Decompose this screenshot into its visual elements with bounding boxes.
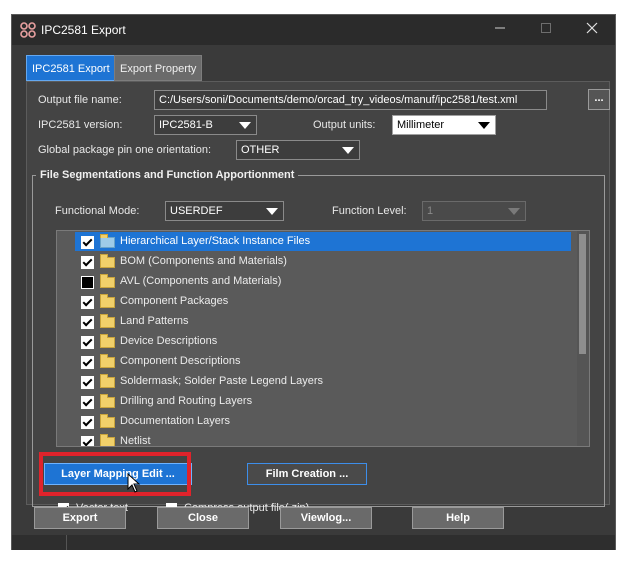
list-item[interactable]: Drilling and Routing Layers (75, 392, 571, 411)
viewlog-button[interactable]: Viewlog... (280, 507, 372, 529)
list-item[interactable]: Soldermask; Solder Paste Legend Layers (75, 372, 571, 391)
output-file-label: Output file name: (38, 94, 122, 106)
folder-icon (100, 394, 115, 408)
segment-list: Hierarchical Layer/Stack Instance Files B… (56, 230, 590, 447)
help-button[interactable]: Help (412, 507, 504, 529)
folder-icon (100, 274, 115, 288)
list-item[interactable]: Land Patterns (75, 312, 571, 331)
window-title: IPC2581 Export (41, 23, 126, 37)
pin-orientation-select[interactable]: OTHER (236, 140, 360, 160)
list-item-checkbox[interactable] (81, 436, 94, 446)
segmentation-group-title: File Segmentations and Function Apportio… (36, 169, 299, 181)
function-level-label: Function Level: (332, 205, 407, 217)
list-item[interactable]: Hierarchical Layer/Stack Instance Files (75, 232, 571, 251)
app-icon (20, 22, 36, 38)
list-item-label: Component Descriptions (120, 355, 241, 367)
chevron-down-icon (342, 147, 354, 154)
tab-ipc2581-export[interactable]: IPC2581 Export (26, 55, 116, 81)
ipc-version-label: IPC2581 version: (38, 119, 123, 131)
maximize-icon (541, 23, 551, 33)
list-item-label: Drilling and Routing Layers (120, 395, 253, 407)
chevron-down-icon (508, 208, 520, 215)
output-units-value: Millimeter (397, 119, 445, 131)
browse-button[interactable]: ... (588, 89, 610, 110)
folder-icon (100, 334, 115, 348)
folder-icon (100, 414, 115, 428)
list-item[interactable]: AVL (Components and Materials) (75, 272, 571, 291)
folder-icon (100, 234, 115, 248)
list-item[interactable]: Device Descriptions (75, 332, 571, 351)
folder-icon (100, 314, 115, 328)
list-item-checkbox[interactable] (81, 336, 94, 349)
list-item-label: Hierarchical Layer/Stack Instance Files (120, 235, 311, 247)
close-icon (586, 22, 598, 34)
title-bar: IPC2581 Export (12, 15, 615, 45)
pin-orientation-value: OTHER (241, 144, 280, 156)
list-item-label: Device Descriptions (120, 335, 218, 347)
pin-orientation-label: Global package pin one orientation: (38, 144, 212, 156)
list-item-checkbox[interactable] (81, 256, 94, 269)
list-scrollbar-thumb[interactable] (579, 234, 586, 354)
list-item[interactable]: Component Descriptions (75, 352, 571, 371)
folder-icon (100, 294, 115, 308)
status-divider (66, 535, 67, 550)
list-item-checkbox[interactable] (81, 396, 94, 409)
mouse-cursor-icon (127, 473, 141, 493)
export-panel: Output file name: C:/Users/soni/Document… (26, 81, 610, 514)
folder-icon (100, 354, 115, 368)
ipc-version-select[interactable]: IPC2581-B (154, 115, 257, 135)
status-bar (12, 535, 615, 550)
minimize-icon (495, 27, 505, 29)
folder-icon (100, 374, 115, 388)
output-units-select[interactable]: Millimeter (392, 115, 496, 135)
folder-icon (100, 254, 115, 268)
maximize-button[interactable] (523, 15, 569, 45)
list-item-checkbox[interactable] (81, 236, 94, 249)
chevron-down-icon (478, 122, 490, 129)
list-item-label: Component Packages (120, 295, 229, 307)
tab-export-property[interactable]: Export Property (114, 55, 203, 81)
list-item-checkbox[interactable] (81, 356, 94, 369)
output-units-label: Output units: (313, 119, 376, 131)
close-button[interactable]: Close (157, 507, 249, 529)
list-item[interactable]: Component Packages (75, 292, 571, 311)
chevron-down-icon (266, 208, 278, 215)
functional-mode-select[interactable]: USERDEF (165, 201, 284, 221)
functional-mode-value: USERDEF (170, 205, 223, 217)
list-item-checkbox[interactable] (81, 276, 94, 289)
list-item-label: Netlist (120, 435, 151, 447)
list-item-checkbox[interactable] (81, 416, 94, 429)
ipc2581-export-dialog: IPC2581 Export IPC2581 Export Export Pro… (11, 14, 616, 550)
close-window-button[interactable] (569, 15, 615, 45)
chevron-down-icon (239, 122, 251, 129)
output-file-input[interactable]: C:/Users/soni/Documents/demo/orcad_try_v… (154, 90, 547, 110)
list-item-checkbox[interactable] (81, 316, 94, 329)
list-item-checkbox[interactable] (81, 296, 94, 309)
function-level-select[interactable]: 1 (422, 201, 526, 221)
minimize-button[interactable] (477, 15, 523, 45)
function-level-value: 1 (427, 205, 434, 217)
list-item-label: Documentation Layers (120, 415, 231, 427)
list-item[interactable]: Netlist (75, 432, 571, 447)
list-item-label: Land Patterns (120, 315, 189, 327)
export-button[interactable]: Export (34, 507, 126, 529)
list-item[interactable]: Documentation Layers (75, 412, 571, 431)
list-item-label: AVL (Components and Materials) (120, 275, 282, 287)
folder-icon (100, 434, 115, 446)
ipc-version-value: IPC2581-B (159, 119, 213, 131)
highlight-box (39, 452, 191, 496)
film-creation-button[interactable]: Film Creation ... (247, 463, 367, 485)
list-item-label: Soldermask; Solder Paste Legend Layers (120, 375, 324, 387)
list-item-label: BOM (Components and Materials) (120, 255, 287, 267)
list-item-checkbox[interactable] (81, 376, 94, 389)
list-item[interactable]: BOM (Components and Materials) (75, 252, 571, 271)
functional-mode-label: Functional Mode: (55, 205, 140, 217)
